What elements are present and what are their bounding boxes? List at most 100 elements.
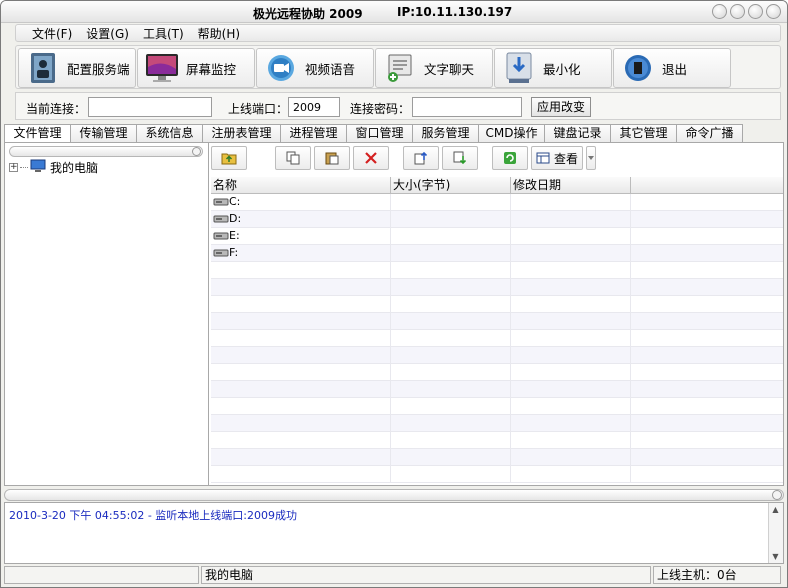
cell-empty bbox=[631, 449, 783, 465]
tree-item-my-computer[interactable]: + 我的电脑 bbox=[9, 159, 98, 175]
log-scrollbar[interactable]: ▲ ▼ bbox=[768, 503, 783, 563]
tab-keylogger[interactable]: 键盘记录 bbox=[544, 124, 611, 142]
port-field[interactable] bbox=[288, 97, 340, 117]
table-row[interactable] bbox=[211, 381, 783, 398]
table-row[interactable] bbox=[211, 364, 783, 381]
current-connection-label: 当前连接： bbox=[26, 102, 87, 116]
cell-date bbox=[511, 398, 631, 414]
menu-settings[interactable]: 设置(G) bbox=[86, 25, 129, 42]
table-row[interactable] bbox=[211, 347, 783, 364]
menu-tools[interactable]: 工具(T) bbox=[143, 25, 184, 42]
scroll-down-icon[interactable]: ▼ bbox=[769, 550, 782, 563]
table-row[interactable] bbox=[211, 296, 783, 313]
download-button[interactable] bbox=[442, 146, 478, 170]
table-row[interactable]: E: bbox=[211, 228, 783, 245]
column-header-name[interactable]: 名称 bbox=[211, 177, 391, 193]
table-row[interactable] bbox=[211, 262, 783, 279]
up-folder-button[interactable] bbox=[211, 146, 247, 170]
paste-button[interactable] bbox=[314, 146, 350, 170]
current-connection-field[interactable] bbox=[88, 97, 212, 117]
column-header-date[interactable]: 修改日期 bbox=[511, 177, 631, 193]
minimize-button[interactable]: 最小化 bbox=[494, 48, 612, 88]
cell-name bbox=[211, 279, 391, 295]
refresh-button[interactable] bbox=[492, 146, 528, 170]
video-voice-button[interactable]: 视频语音 bbox=[256, 48, 374, 88]
help-window-button[interactable] bbox=[712, 4, 727, 19]
cell-name: C: bbox=[211, 194, 391, 210]
cell-empty bbox=[631, 313, 783, 329]
cell-name: E: bbox=[211, 228, 391, 244]
tab-window-management[interactable]: 窗口管理 bbox=[346, 124, 413, 142]
apply-changes-button[interactable]: 应用改变 bbox=[531, 97, 591, 117]
drive-label: E: bbox=[229, 229, 240, 242]
cell-empty bbox=[631, 194, 783, 210]
tab-registry-management[interactable]: 注册表管理 bbox=[202, 124, 281, 142]
menu-file[interactable]: 文件(F) bbox=[32, 25, 72, 42]
log-splitter-bar[interactable] bbox=[4, 489, 784, 501]
cell-size bbox=[391, 415, 511, 431]
cell-date bbox=[511, 194, 631, 210]
port-label: 上线端口： bbox=[228, 102, 289, 116]
table-row[interactable] bbox=[211, 313, 783, 330]
upload-button[interactable] bbox=[403, 146, 439, 170]
cell-date bbox=[511, 364, 631, 380]
table-row[interactable]: F: bbox=[211, 245, 783, 262]
tree-splitter-bar[interactable] bbox=[9, 146, 203, 157]
minimize-window-button[interactable] bbox=[730, 4, 745, 19]
cell-size bbox=[391, 296, 511, 312]
file-toolbar: 查看 bbox=[211, 146, 596, 172]
table-row[interactable] bbox=[211, 415, 783, 432]
table-row[interactable] bbox=[211, 466, 783, 483]
cell-size bbox=[391, 194, 511, 210]
view-dropdown-button[interactable] bbox=[586, 146, 596, 170]
text-chat-button[interactable]: 文字聊天 bbox=[375, 48, 493, 88]
folder-tree: + 我的电脑 bbox=[9, 159, 98, 175]
chat-icon bbox=[382, 51, 418, 85]
tab-cmd[interactable]: CMD操作 bbox=[478, 124, 545, 142]
table-row[interactable] bbox=[211, 279, 783, 296]
config-server-button[interactable]: 配置服务端 bbox=[18, 48, 136, 88]
table-row[interactable] bbox=[211, 398, 783, 415]
log-splitter-knob[interactable] bbox=[772, 490, 782, 500]
expand-icon[interactable]: + bbox=[9, 162, 18, 172]
table-row[interactable]: C: bbox=[211, 194, 783, 211]
log-panel: 2010-3-20 下午 04:55:02 - 监听本地上线端口:2009成功 … bbox=[4, 502, 784, 564]
maximize-window-button[interactable] bbox=[748, 4, 763, 19]
table-row[interactable] bbox=[211, 449, 783, 466]
cell-name bbox=[211, 432, 391, 448]
cell-size bbox=[391, 466, 511, 482]
delete-button[interactable] bbox=[353, 146, 389, 170]
password-label: 连接密码： bbox=[350, 102, 411, 116]
drive-icon bbox=[213, 249, 229, 257]
table-row[interactable] bbox=[211, 432, 783, 449]
menu-help[interactable]: 帮助(H) bbox=[198, 25, 240, 42]
file-list-header: 名称 大小(字节) 修改日期 bbox=[211, 177, 783, 194]
drive-icon bbox=[213, 232, 229, 240]
cell-date bbox=[511, 330, 631, 346]
password-field[interactable] bbox=[412, 97, 522, 117]
tab-process-management[interactable]: 进程管理 bbox=[280, 124, 347, 142]
close-window-button[interactable] bbox=[766, 4, 781, 19]
tab-other-management[interactable]: 其它管理 bbox=[610, 124, 677, 142]
tab-command-broadcast[interactable]: 命令广播 bbox=[676, 124, 743, 142]
cell-name bbox=[211, 347, 391, 363]
column-header-size[interactable]: 大小(字节) bbox=[391, 177, 511, 193]
tab-file-management[interactable]: 文件管理 bbox=[4, 124, 71, 143]
view-button[interactable]: 查看 bbox=[531, 146, 583, 170]
title-bar[interactable]: 极光远程协助 2009 IP:10.11.130.197 bbox=[1, 1, 787, 23]
tab-service-management[interactable]: 服务管理 bbox=[412, 124, 479, 142]
tab-system-info[interactable]: 系统信息 bbox=[136, 124, 203, 142]
tab-transfer-management[interactable]: 传输管理 bbox=[70, 124, 137, 142]
cell-empty bbox=[631, 432, 783, 448]
table-row[interactable] bbox=[211, 330, 783, 347]
scroll-up-icon[interactable]: ▲ bbox=[769, 503, 782, 516]
cell-date bbox=[511, 381, 631, 397]
exit-button[interactable]: 退出 bbox=[613, 48, 731, 88]
menu-bar: 文件(F) 设置(G) 工具(T) 帮助(H) bbox=[15, 24, 781, 42]
copy-button[interactable] bbox=[275, 146, 311, 170]
tree-splitter-knob[interactable] bbox=[192, 147, 201, 156]
cell-empty bbox=[631, 398, 783, 414]
table-row[interactable]: D: bbox=[211, 211, 783, 228]
screen-monitor-button[interactable]: 屏幕监控 bbox=[137, 48, 255, 88]
